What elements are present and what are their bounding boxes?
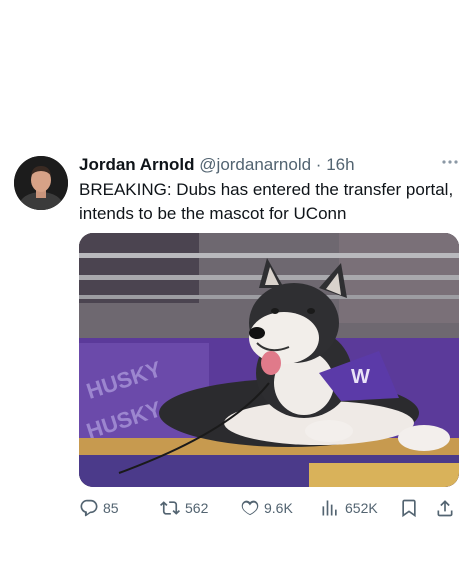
like-button[interactable]: 9.6K [240, 496, 293, 520]
separator-dot: · [315, 155, 322, 174]
reply-button[interactable]: 85 [79, 496, 119, 520]
bookmark-icon [399, 498, 419, 518]
timestamp[interactable]: 16h [326, 155, 354, 174]
repost-count: 562 [185, 500, 209, 516]
repost-icon [159, 498, 181, 518]
avatar[interactable] [14, 156, 68, 210]
tweet-actions: 85 562 9.6K 652K [79, 496, 464, 520]
more-icon[interactable] [440, 152, 460, 172]
views-button[interactable]: 652K [321, 496, 378, 520]
like-count: 9.6K [264, 500, 293, 516]
views-count: 652K [345, 500, 378, 516]
share-button[interactable] [435, 496, 455, 520]
tweet: Jordan Arnold @jordanarnold · 16h BREAKI… [0, 0, 474, 581]
repost-button[interactable]: 562 [159, 496, 208, 520]
reply-icon [79, 498, 99, 518]
tweet-text: BREAKING: Dubs has entered the transfer … [79, 180, 454, 223]
share-icon [435, 498, 455, 518]
bookmark-button[interactable] [399, 496, 419, 520]
tweet-header: Jordan Arnold @jordanarnold · 16h [79, 154, 449, 176]
views-icon [321, 498, 341, 518]
author-handle[interactable]: @jordanarnold [199, 155, 311, 174]
svg-text:W: W [351, 366, 370, 388]
author-name[interactable]: Jordan Arnold [79, 155, 195, 174]
tweet-media-image[interactable]: HUSKY HUSKY W [79, 233, 459, 487]
reply-count: 85 [103, 500, 119, 516]
heart-icon [240, 498, 260, 518]
